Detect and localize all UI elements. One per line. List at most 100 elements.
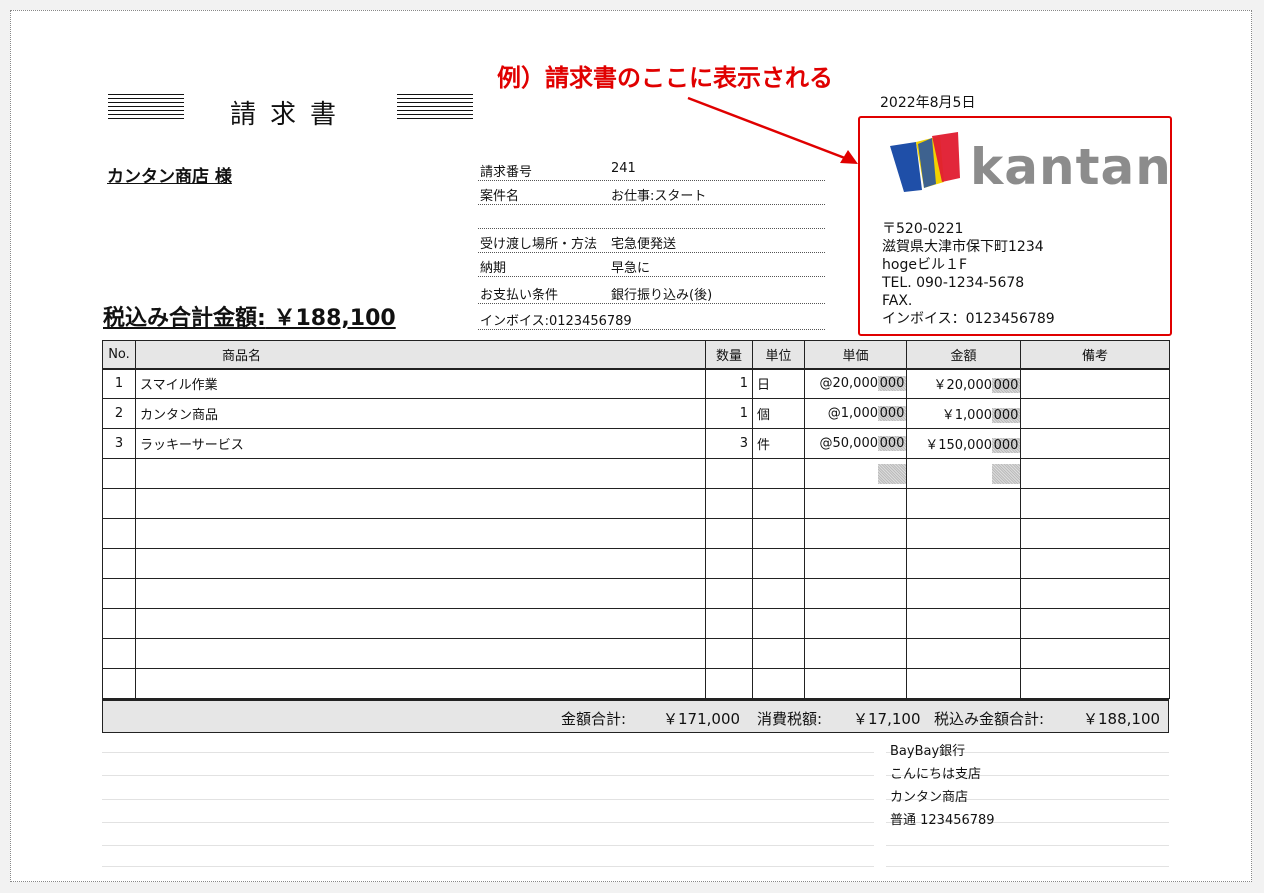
cell-note: [1020, 428, 1170, 459]
table-row: 1 スマイル作業 1 日 @20,000 000 ￥20,000 000: [102, 368, 1170, 399]
amount-decimal: 000: [992, 438, 1020, 453]
price-value: @20,000: [819, 376, 879, 392]
info-label: 案件名: [480, 189, 520, 204]
cell-amount: ￥150,000 000: [906, 428, 1021, 459]
total-amount: 税込み合計金額: ￥188,100: [103, 300, 396, 332]
amount-decimal: 000: [992, 408, 1020, 423]
cell-qty: 1: [705, 368, 753, 399]
invoice-date: 2022年8月5日: [880, 95, 976, 111]
column-header: No.: [102, 340, 136, 370]
cell-no: 1: [102, 368, 136, 399]
totals-bar: 金額合計: ￥171,000 消費税額: ￥17,100 税込み金額合計: ￥1…: [102, 699, 1169, 733]
info-value: 銀行振り込み(後): [611, 288, 713, 303]
column-header: 単位: [752, 340, 805, 370]
price-value: @1,000: [827, 406, 878, 421]
amount-value: ￥20,000: [933, 378, 993, 394]
blank-line: [102, 822, 874, 823]
blank-line: [102, 845, 874, 846]
bank-info-line: 普通 123456789: [890, 813, 995, 828]
blank-line: [102, 752, 874, 753]
cell-no: 2: [102, 398, 136, 429]
cell-price: @50,000 000: [804, 428, 907, 459]
cell-price: @1,000 000: [804, 398, 907, 429]
info-row: インボイス:0123456789: [478, 306, 825, 330]
blank-line: [102, 775, 874, 776]
blank-line: [102, 866, 874, 867]
table-row-empty: [102, 518, 1170, 549]
cell-price: @20,000 000: [804, 368, 907, 399]
column-header: 金額: [906, 340, 1021, 370]
issuer-address-line: TEL. 090-1234-5678: [882, 275, 1025, 291]
annotation-text: 例）請求書のここに表示される: [497, 64, 833, 92]
tax-label: 消費税額:: [757, 710, 823, 728]
bank-info-line: カンタン商店: [890, 790, 969, 805]
subtotal-label: 金額合計:: [561, 710, 627, 728]
logo-text: kantan: [970, 138, 1172, 196]
amount-value: ￥1,000: [941, 408, 992, 423]
issuer-address-line: インボイス：0123456789: [882, 311, 1055, 327]
amount-value: ￥150,000: [925, 438, 992, 453]
customer-name: カンタン商店 様: [107, 167, 232, 187]
cell-note: [1020, 368, 1170, 399]
info-row: [478, 205, 825, 229]
blank-line: [886, 866, 1169, 867]
cell-qty: 1: [705, 398, 753, 429]
cell-amount: ￥20,000 000: [906, 368, 1021, 399]
table-row-empty: [102, 608, 1170, 639]
issuer-logo-box: kantan 〒520-0221 滋賀県大津市保下町1234 hogeビル１F …: [858, 116, 1172, 336]
issuer-address-line: FAX.: [882, 293, 913, 309]
cell-unit: 日: [752, 368, 805, 399]
info-label: お支払い条件: [480, 288, 559, 303]
blank-line: [102, 799, 874, 800]
table-row-empty: [102, 578, 1170, 609]
tax-value: ￥17,100: [853, 710, 921, 728]
table-row-empty: [102, 458, 1170, 489]
cell-name: スマイル作業: [135, 368, 706, 399]
info-label: 請求番号: [480, 165, 533, 180]
items-table: No. 商品名 数量 単位 単価 金額 備考 1 スマイル作業 1 日 @20,…: [102, 340, 1170, 699]
cell-unit: 件: [752, 428, 805, 459]
info-row: 請求番号 241: [478, 157, 825, 181]
cell-unit: 個: [752, 398, 805, 429]
cell-note: [1020, 398, 1170, 429]
blank-line: [886, 845, 1169, 846]
column-header: 備考: [1020, 340, 1170, 370]
info-value: 早急に: [611, 261, 651, 276]
bank-info-line: BayBay銀行: [890, 744, 966, 759]
cell-qty: 3: [705, 428, 753, 459]
cell-name: ラッキーサービス: [135, 428, 706, 459]
table-header-row: No. 商品名 数量 単位 単価 金額 備考: [102, 340, 1170, 370]
column-header: 数量: [705, 340, 753, 370]
issuer-address-line: 〒520-0221: [882, 221, 964, 237]
info-value: 241: [611, 161, 636, 176]
info-row: お支払い条件 銀行振り込み(後): [478, 280, 825, 304]
price-decimal: 000: [878, 406, 906, 421]
title-lines-left: [108, 94, 184, 120]
document-title: 請求書: [230, 100, 351, 130]
grand-total-label: 税込み金額合計:: [934, 710, 1045, 728]
info-label: 納期: [480, 261, 507, 276]
cell-no: 3: [102, 428, 136, 459]
table-row-empty: [102, 668, 1170, 699]
info-label: インボイス:0123456789: [480, 314, 632, 329]
issuer-address-line: hogeビル１F: [882, 257, 967, 273]
table-row-empty: [102, 488, 1170, 519]
price-decimal: 000: [878, 376, 906, 392]
info-value: 宅急便発送: [611, 237, 677, 252]
table-row: 2 カンタン商品 1 個 @1,000 000 ￥1,000 000: [102, 398, 1170, 429]
cell-amount: ￥1,000 000: [906, 398, 1021, 429]
table-row-empty: [102, 638, 1170, 669]
info-label: 受け渡し場所・方法: [480, 237, 598, 252]
info-value: お仕事:スタート: [611, 189, 707, 204]
info-row: 受け渡し場所・方法 宅急便発送: [478, 229, 825, 253]
title-lines-right: [397, 94, 473, 120]
price-value: @50,000: [819, 436, 879, 451]
total-label: 税込み合計金額:: [103, 306, 266, 331]
kantan-logo-icon: [890, 132, 960, 192]
table-row: 3 ラッキーサービス 3 件 @50,000 000 ￥150,000 000: [102, 428, 1170, 459]
issuer-address-line: 滋賀県大津市保下町1234: [882, 239, 1044, 255]
info-row: 案件名 お仕事:スタート: [478, 181, 825, 205]
info-row: 納期 早急に: [478, 253, 825, 277]
column-header: 単価: [804, 340, 907, 370]
grand-total-value: ￥188,100: [1083, 710, 1161, 728]
